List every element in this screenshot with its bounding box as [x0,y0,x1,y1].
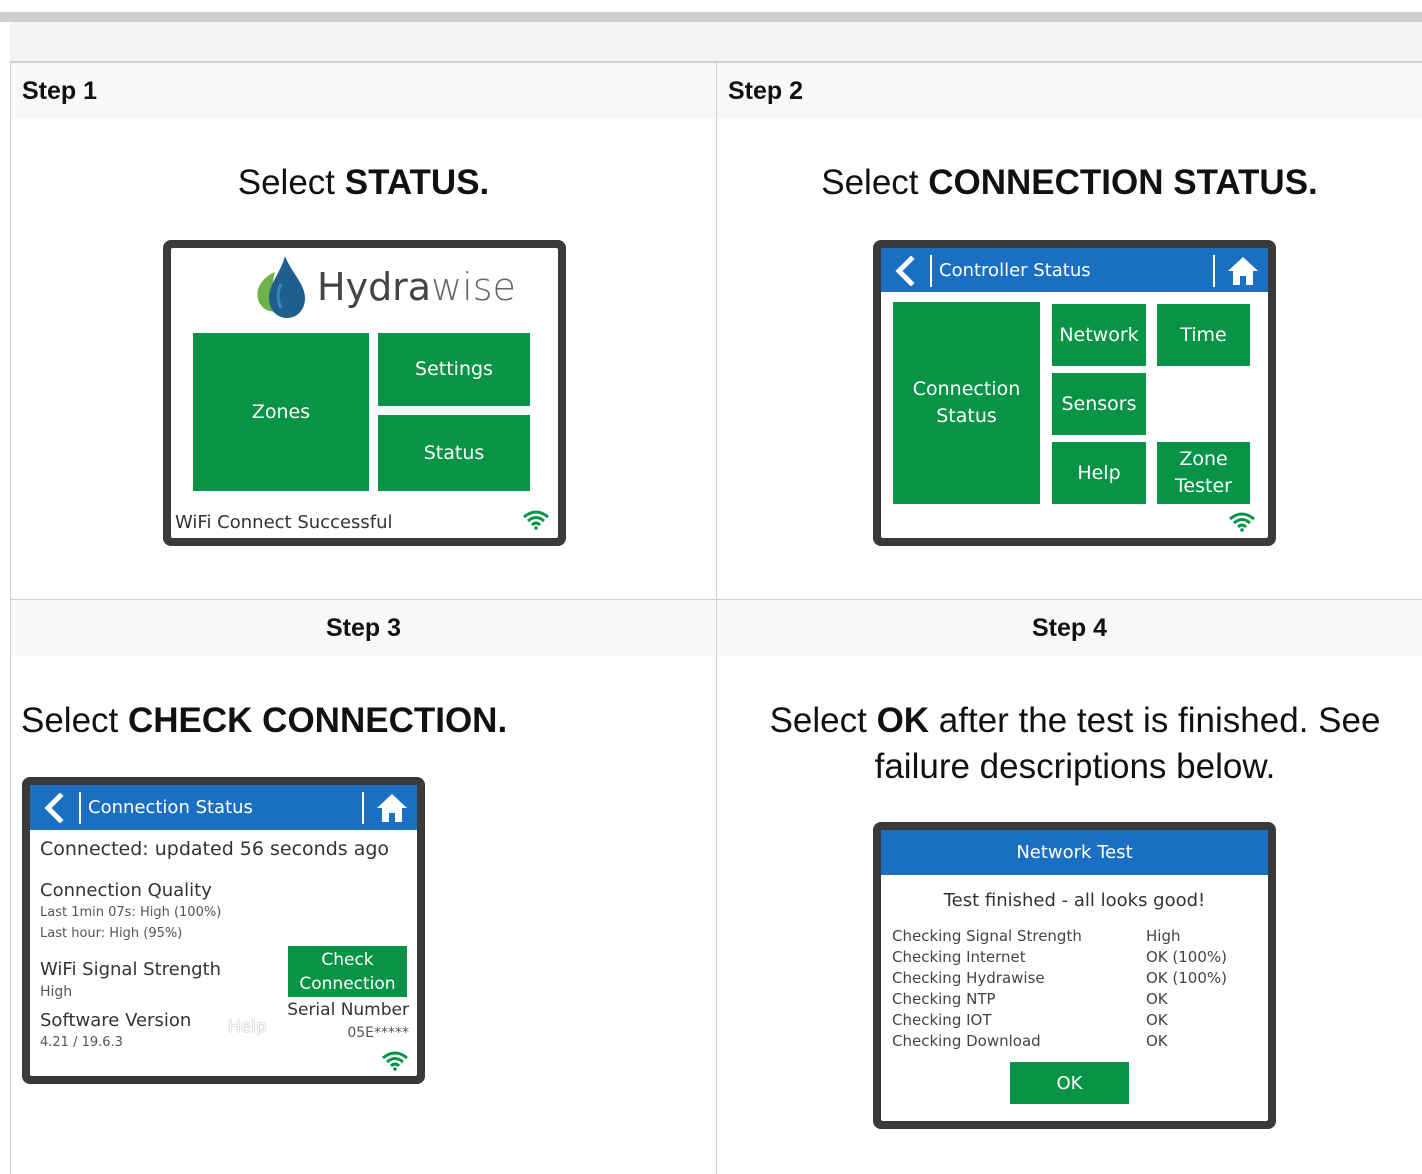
connected-status-text: Connected: updated 56 seconds ago [40,838,390,860]
connection-status-button[interactable]: Connection Status [893,302,1040,504]
title-separator [362,792,364,824]
serial-number-label: Serial Number [287,1000,409,1020]
back-arrow-icon[interactable] [891,256,921,286]
settings-button[interactable]: Settings [378,333,530,406]
instruction-text: after the test is finished. See failure … [874,701,1381,786]
zones-button[interactable]: Zones [193,333,369,491]
test-check-value: OK (100%) [1146,948,1227,966]
network-test-title: Network Test [881,830,1268,875]
software-version-value: 4.21 / 19.6.3 [40,1035,123,1050]
instruction-keyword: CONNECTION STATUS. [928,163,1318,202]
logo-text-bold: Hydra [317,265,432,309]
step-3-header: Step 3 [11,600,716,656]
logo-text-light: wise [431,265,516,309]
wifi-icon [523,510,549,530]
step-4-instruction: Select OK after the test is finished. Se… [750,698,1400,790]
status-button[interactable]: Status [378,415,530,491]
title-separator [1213,255,1215,287]
step-2-header: Step 2 [717,63,1422,119]
screen-title: Connection Status [88,797,253,818]
button-label: Check [321,949,374,970]
controller-device-home: Hydrawise Zones Settings Status WiFi Con… [163,240,566,546]
step-1-instruction: Select STATUS. [11,160,716,206]
button-label: Zone [1179,448,1228,470]
zone-tester-button[interactable]: Zone Tester [1157,442,1250,504]
table-top-band [10,22,1422,62]
hydrawise-logo-text: Hydrawise [317,262,516,312]
ok-button[interactable]: OK [1010,1062,1129,1104]
wifi-signal-label: WiFi Signal Strength [40,959,222,980]
step-4-header: Step 4 [717,600,1422,656]
wifi-status-message: WiFi Connect Successful [175,512,393,533]
test-check-value: OK [1146,990,1168,1008]
instruction-keyword: STATUS. [344,163,490,202]
home-icon[interactable] [1226,255,1260,287]
test-check-label: Checking IOT [892,1011,992,1029]
controller-status-screen: Controller Status Connection Status Netwo… [881,248,1268,538]
wifi-signal-value: High [40,984,73,1000]
instruction-keyword: CHECK CONNECTION. [128,701,508,740]
title-bar: Connection Status [30,785,417,830]
time-button[interactable]: Time [1157,304,1250,366]
help-button[interactable]: Help [228,1017,267,1037]
quality-last-min: Last 1min 07s: High (100%) [40,905,222,920]
step-1-header: Step 1 [11,63,716,119]
wifi-icon [382,1051,408,1071]
test-check-value: OK (100%) [1146,969,1227,987]
step-3-instruction: Select CHECK CONNECTION. [21,698,711,744]
controller-device-status-menu: Controller Status Connection Status Netwo… [873,240,1276,546]
test-check-label: Checking Internet [892,948,1026,966]
test-check-label: Checking Signal Strength [892,927,1082,945]
button-label: Connection [912,378,1021,400]
instruction-text: Select [21,701,128,740]
button-label: Connection [299,973,396,994]
title-separator [79,792,81,824]
network-test-screen: Network Test Test finished - all looks g… [881,830,1268,1121]
top-divider-bar [0,12,1422,22]
quality-last-hour: Last hour: High (95%) [40,926,183,941]
button-label: Tester [1175,475,1232,497]
check-connection-button[interactable]: Check Connection [288,946,407,997]
connection-quality-label: Connection Quality [40,880,212,901]
controller-device-network-test: Network Test Test finished - all looks g… [873,822,1276,1129]
home-icon[interactable] [375,792,409,824]
software-version-label: Software Version [40,1010,192,1031]
title-bar: Controller Status [881,248,1268,292]
title-separator [930,255,932,287]
test-check-label: Checking NTP [892,990,996,1008]
hydrawise-logo-icon [257,256,305,318]
controller-device-connection-status: Connection Status Connected: updated 56 … [22,777,425,1084]
test-check-value: OK [1146,1032,1168,1050]
help-button[interactable]: Help [1052,442,1146,504]
serial-number-value: 05E***** [347,1025,409,1041]
home-screen: Hydrawise Zones Settings Status WiFi Con… [171,248,558,538]
instruction-text: Select [237,163,345,202]
back-arrow-icon[interactable] [40,793,70,823]
connection-status-screen: Connection Status Connected: updated 56 … [30,785,417,1076]
test-result-message: Test finished - all looks good! [943,890,1206,911]
instruction-keyword: OK [876,701,930,740]
screen-title: Controller Status [939,260,1091,281]
test-check-label: Checking Hydrawise [892,969,1045,987]
test-check-value: High [1146,927,1181,945]
step-2-instruction: Select CONNECTION STATUS. [717,160,1422,206]
wifi-icon [1229,512,1255,532]
button-label: Status [936,405,997,427]
test-check-value: OK [1146,1011,1168,1029]
network-button[interactable]: Network [1052,304,1146,366]
instruction-text: Select [821,163,929,202]
instruction-text: Select [769,701,877,740]
test-check-label: Checking Download [892,1032,1041,1050]
sensors-button[interactable]: Sensors [1052,373,1146,435]
